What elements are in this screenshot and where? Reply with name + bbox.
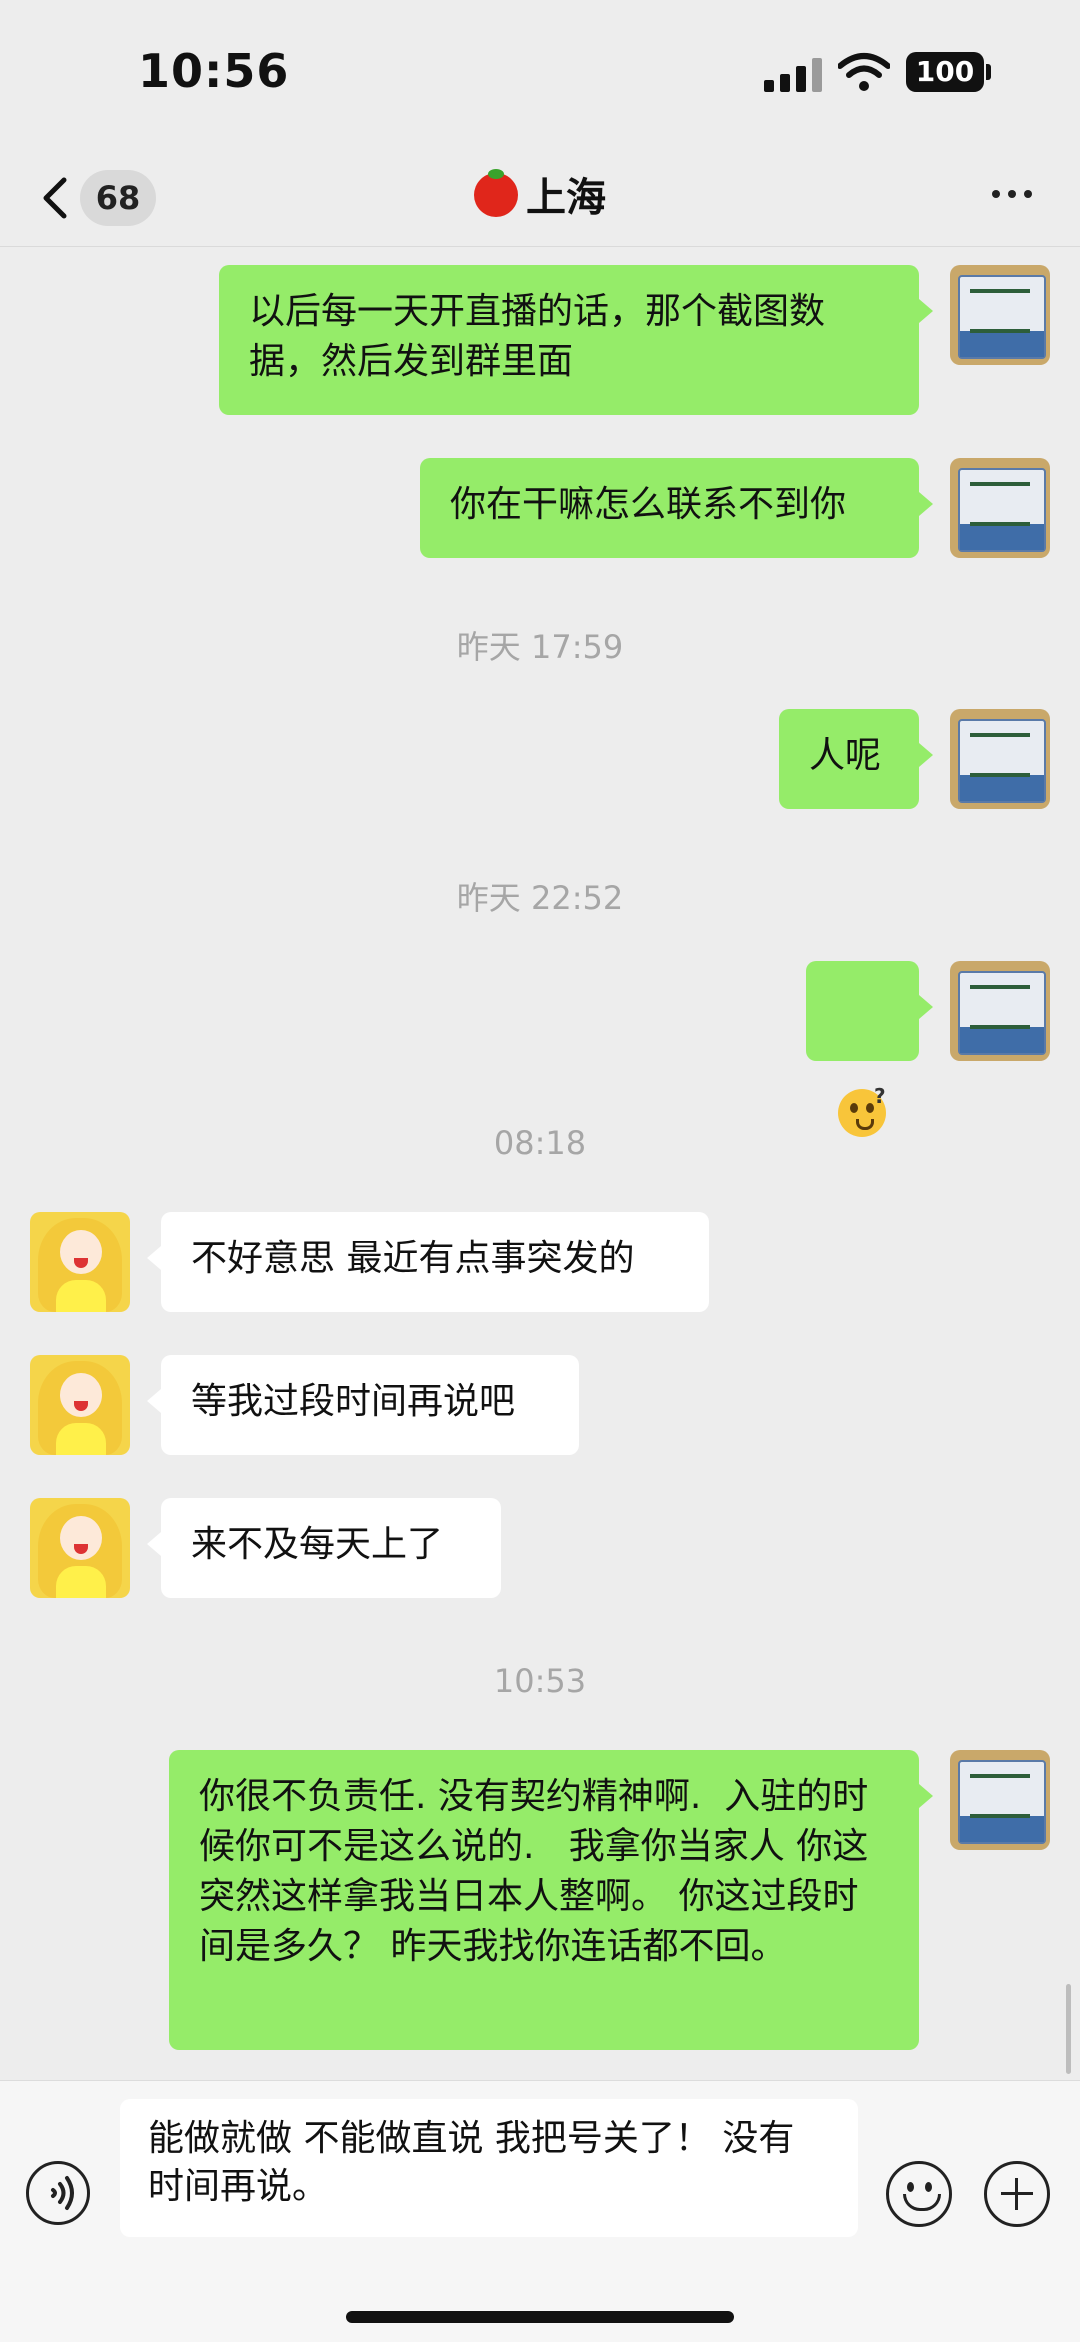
battery-tip xyxy=(986,64,991,80)
voice-input-button[interactable] xyxy=(26,2161,90,2225)
chat-title-text: 上海 xyxy=(526,175,606,221)
message-bubble-self[interactable]: 你在干嘛怎么联系不到你 xyxy=(420,458,933,558)
cellular-signal-icon xyxy=(764,58,822,92)
avatar-contact[interactable] xyxy=(30,1212,130,1312)
message-bubble-contact[interactable]: 不好意思 最近有点事突发的 xyxy=(147,1212,709,1312)
message-bubble-self[interactable]: 你很不负责任. 没有契约精神啊. 入驻的时候你可不是这么说的. 我拿你当家人 你… xyxy=(169,1750,933,2050)
home-indicator[interactable] xyxy=(346,2311,734,2323)
emoji-picker-button[interactable] xyxy=(886,2161,952,2227)
avatar-contact[interactable] xyxy=(30,1355,130,1455)
avatar-self[interactable] xyxy=(950,1750,1050,1850)
timestamp: 昨天 22:52 xyxy=(456,879,624,917)
timestamp: 昨天 17:59 xyxy=(456,628,624,666)
battery-indicator: 100 xyxy=(906,52,984,92)
chat-nav-bar: 68 上海 xyxy=(0,150,1080,247)
message-input-field[interactable]: 能做就做 不能做直说 我把号关了！ 没有时间再说。 xyxy=(120,2099,858,2237)
message-bubble-contact[interactable]: 来不及每天上了 xyxy=(147,1498,501,1598)
chat-scrollbar[interactable] xyxy=(1066,1984,1071,2074)
wifi-icon xyxy=(838,53,890,91)
message-bubble-contact[interactable]: 等我过段时间再说吧 xyxy=(147,1355,579,1455)
timestamp: 10:53 xyxy=(493,1662,587,1700)
chat-title: 上海 xyxy=(0,164,1080,232)
message-bubble-self[interactable]: 人呢 xyxy=(779,709,933,809)
more-actions-plus-button[interactable] xyxy=(984,2161,1050,2227)
message-bubble-self-emoji[interactable]: ? xyxy=(806,961,933,1137)
chat-input-bar: 能做就做 不能做直说 我把号关了！ 没有时间再说。 xyxy=(0,2080,1080,2342)
timestamp: 08:18 xyxy=(493,1124,587,1162)
status-time: 10:56 xyxy=(138,44,290,98)
avatar-self[interactable] xyxy=(950,458,1050,558)
message-bubble-self[interactable]: 以后每一天开直播的话，那个截图数据，然后发到群里面 xyxy=(219,265,933,415)
avatar-self[interactable] xyxy=(950,961,1050,1061)
avatar-contact[interactable] xyxy=(30,1498,130,1598)
avatar-self[interactable] xyxy=(950,709,1050,809)
avatar-self[interactable] xyxy=(950,265,1050,365)
voice-wave-icon xyxy=(51,2176,74,2210)
more-options-icon[interactable] xyxy=(990,184,1034,204)
status-bar: 10:56 100 xyxy=(0,0,1080,150)
tomato-icon xyxy=(474,169,518,217)
